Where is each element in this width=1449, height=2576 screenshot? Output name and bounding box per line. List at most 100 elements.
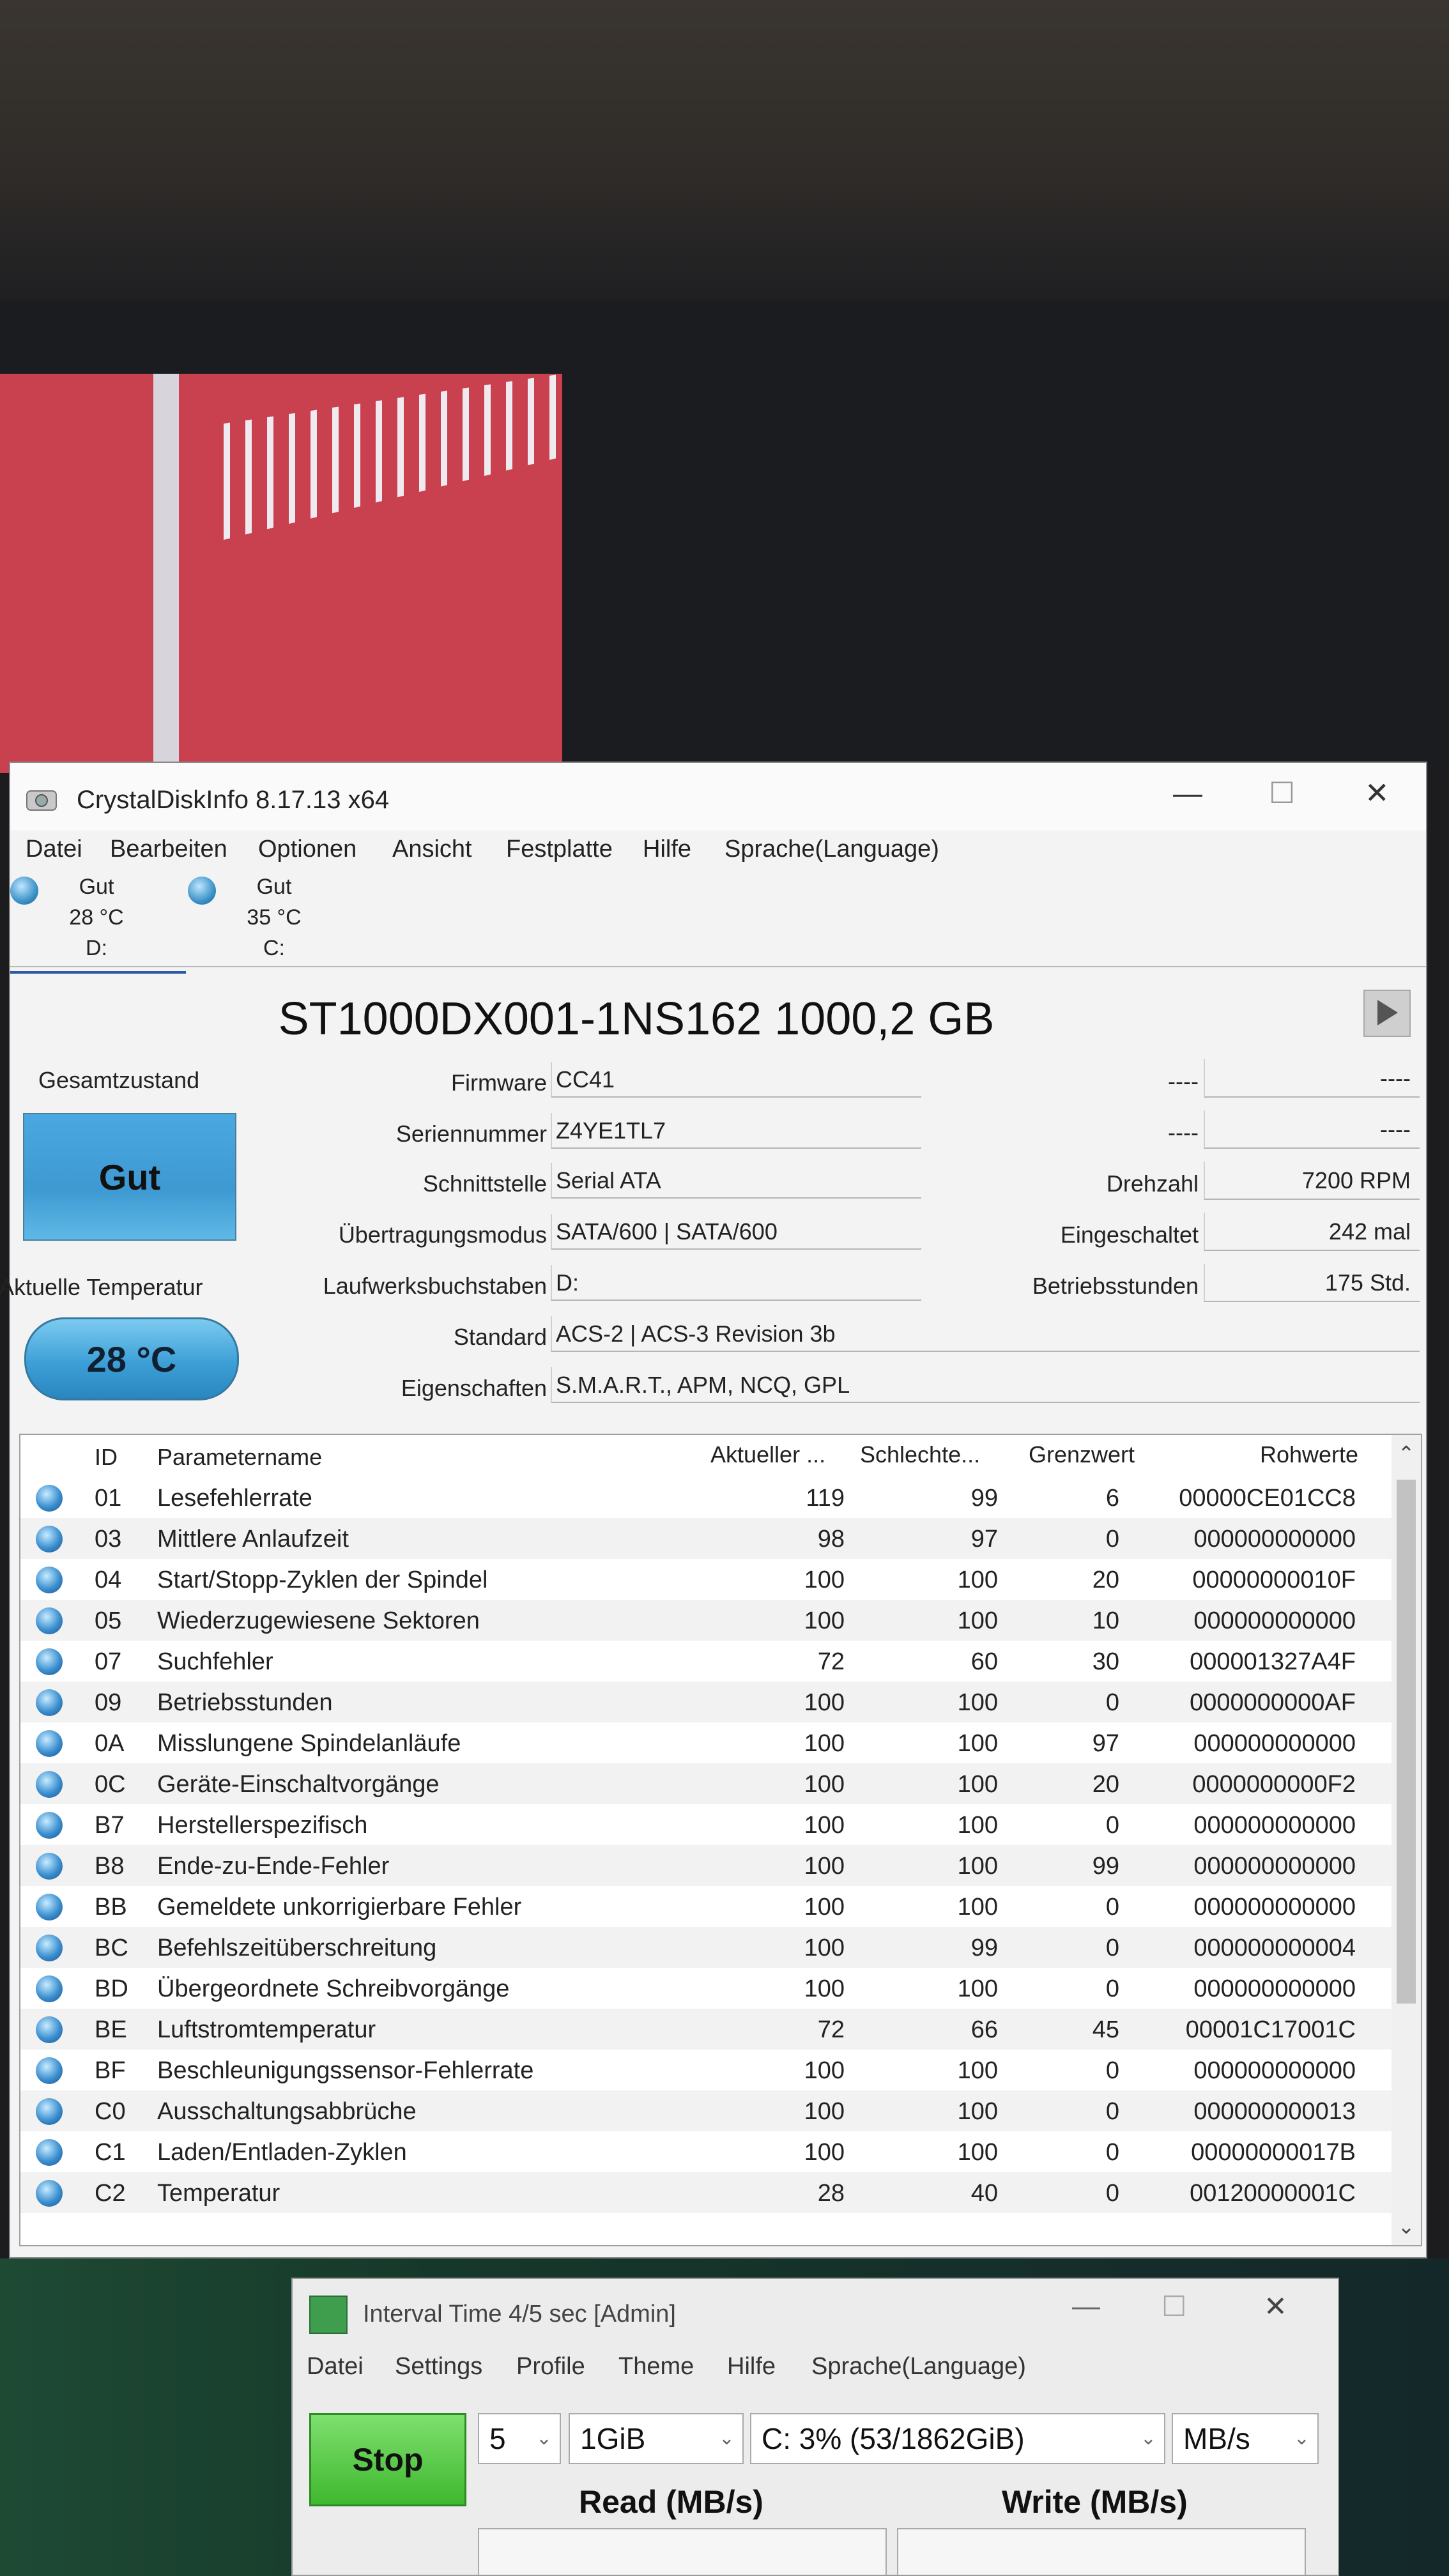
cell-name: Start/Stopp-Zyklen der Spindel [157, 1567, 488, 1593]
header-worst[interactable]: Schlechte... [860, 1441, 980, 1468]
cell-current: 100 [804, 2139, 845, 2166]
title-bar[interactable]: CrystalDiskInfo 8.17.13 x64 — ☐ ✕ [10, 763, 1426, 831]
menu-festplatte[interactable]: Festplatte [506, 836, 613, 863]
interface-label: Schnittstelle [422, 1170, 547, 1197]
table-row[interactable]: 04 Start/Stopp-Zyklen der Spindel 100 100 20… [20, 1559, 1394, 1600]
photo-background-top [0, 0, 1449, 300]
cell-current: 98 [817, 1526, 845, 1552]
cell-current: 28 [817, 2180, 845, 2207]
window-title: CrystalDiskInfo 8.17.13 x64 [77, 786, 390, 814]
divider [10, 966, 1426, 967]
menu-sprache[interactable]: Sprache(Language) [811, 2353, 1026, 2380]
cell-worst: 100 [957, 2098, 998, 2125]
disk-app-icon [26, 790, 57, 811]
cell-worst: 40 [970, 2180, 998, 2207]
cell-id: 0C [95, 1771, 126, 1798]
menu-datei[interactable]: Datei [26, 836, 82, 863]
health-status-icon [188, 877, 216, 905]
test-size-select[interactable]: 1GiB ⌄ [569, 2413, 744, 2464]
cell-threshold: 0 [1105, 1894, 1119, 1920]
maximize-button[interactable]: ☐ [1162, 2290, 1186, 2323]
table-row[interactable]: BE Luftstromtemperatur 72 66 45 00001C17001C [20, 2009, 1394, 2050]
table-row[interactable]: B8 Ende-zu-Ende-Fehler 100 100 99 00000000000… [20, 1845, 1394, 1886]
cell-id: BF [95, 2057, 126, 2084]
menu-settings[interactable]: Settings [395, 2353, 482, 2380]
maximize-button[interactable]: ☐ [1269, 776, 1295, 810]
drive-tab-c[interactable]: Gut 35 °C C: [188, 871, 360, 967]
scrollbar-thumb[interactable] [1397, 1480, 1416, 2004]
standard-value: ACS-2 | ACS-3 Revision 3b [551, 1316, 1420, 1352]
minimize-button[interactable]: — [1072, 2290, 1100, 2322]
close-button[interactable]: ✕ [1264, 2290, 1287, 2323]
unit-select[interactable]: MB/s ⌄ [1172, 2413, 1319, 2464]
cell-threshold: 0 [1105, 2057, 1119, 2084]
cell-threshold: 0 [1105, 1526, 1119, 1552]
menu-datei[interactable]: Datei [307, 2353, 364, 2380]
cell-raw: 0000000000AF [1190, 1689, 1356, 1716]
cell-raw: 000000000000 [1193, 1607, 1356, 1634]
table-row[interactable]: 0A Misslungene Spindelanläufe 100 100 97 0000… [20, 1722, 1394, 1763]
close-button[interactable]: ✕ [1365, 776, 1390, 810]
table-row[interactable]: 03 Mittlere Anlaufzeit 98 97 0 000000000000 [20, 1518, 1394, 1559]
scroll-up-icon[interactable]: ⌃ [1392, 1441, 1421, 1466]
table-row[interactable]: 05 Wiederzugewiesene Sektoren 100 100 10 0000… [20, 1600, 1394, 1641]
cell-raw: 00120000001C [1190, 2180, 1356, 2207]
table-row[interactable]: C1 Laden/Entladen-Zyklen 100 100 0 0000000001… [20, 2131, 1394, 2172]
cell-threshold: 45 [1092, 2016, 1119, 2043]
table-row[interactable]: BF Beschleunigungssensor-Fehlerrate 100 100… [20, 2050, 1394, 2090]
table-row[interactable]: B7 Herstellerspezifisch 100 100 0 00000000000… [20, 1804, 1394, 1845]
menu-optionen[interactable]: Optionen [258, 836, 356, 863]
cell-name: Beschleunigungssensor-Fehlerrate [157, 2057, 534, 2084]
table-row[interactable]: BD Übergeordnete Schreibvorgänge 100 100 0 00… [20, 1968, 1394, 2009]
cell-raw: 000000000004 [1193, 1935, 1356, 1961]
cell-raw: 000001327A4F [1190, 1648, 1356, 1675]
menu-profile[interactable]: Profile [516, 2353, 585, 2380]
header-name[interactable]: Parametername [157, 1444, 322, 1471]
cell-raw: 000000000000 [1193, 1812, 1356, 1839]
attribute-status-icon [36, 1567, 63, 1593]
drive-letter: D: [86, 936, 107, 960]
drive-tab-d[interactable]: Gut 28 °C D: [10, 871, 183, 967]
table-row[interactable]: C0 Ausschaltungsabbrüche 100 100 0 0000000000… [20, 2090, 1394, 2131]
table-row[interactable]: BB Gemeldete unkorrigierbare Fehler 100 100… [20, 1886, 1394, 1927]
cell-name: Luftstromtemperatur [157, 2016, 376, 2043]
cell-name: Ausschaltungsabbrüche [157, 2098, 417, 2125]
menu-ansicht[interactable]: Ansicht [392, 836, 472, 863]
cell-raw: 000000000000 [1193, 1894, 1356, 1920]
header-current[interactable]: Aktueller ... [710, 1441, 825, 1468]
test-count-select[interactable]: 5 ⌄ [478, 2413, 561, 2464]
menu-theme[interactable]: Theme [618, 2353, 694, 2380]
menu-bearbeiten[interactable]: Bearbeiten [110, 836, 227, 863]
header-threshold[interactable]: Grenzwert [1029, 1441, 1135, 1468]
cell-name: Mittlere Anlaufzeit [157, 1526, 349, 1552]
minimize-button[interactable]: — [1173, 776, 1202, 810]
smart-attributes-table: ID Parametername Aktueller ... Schlechte… [19, 1434, 1422, 2246]
cell-threshold: 20 [1092, 1567, 1119, 1593]
cell-raw: 000000000000 [1193, 1526, 1356, 1552]
cell-id: B7 [95, 1812, 125, 1839]
cell-name: Misslungene Spindelanläufe [157, 1730, 461, 1757]
stop-button[interactable]: Stop [309, 2413, 466, 2506]
table-row[interactable]: 0C Geräte-Einschaltvorgänge 100 100 20 000000… [20, 1763, 1394, 1804]
cell-raw: 00001C17001C [1185, 2016, 1356, 2043]
next-disk-button[interactable] [1363, 990, 1411, 1037]
table-row[interactable]: C2 Temperatur 28 40 0 00120000001C [20, 2172, 1394, 2213]
header-id[interactable]: ID [95, 1444, 118, 1471]
header-raw[interactable]: Rohwerte [1260, 1441, 1358, 1468]
drive-select[interactable]: C: 3% (53/1862GiB) ⌄ [750, 2413, 1165, 2464]
table-scrollbar[interactable]: ⌃ ⌄ [1392, 1435, 1421, 2245]
table-row[interactable]: BC Befehlszeitüberschreitung 100 99 0 0000000… [20, 1927, 1394, 1968]
scroll-down-icon[interactable]: ⌄ [1392, 2214, 1421, 2239]
cell-name: Lesefehlerrate [157, 1485, 312, 1512]
attribute-status-icon [36, 2180, 63, 2207]
menu-sprache[interactable]: Sprache(Language) [724, 836, 939, 863]
table-row[interactable]: 07 Suchfehler 72 60 30 000001327A4F [20, 1641, 1394, 1682]
drive-select-value: C: 3% (53/1862GiB) [762, 2422, 1025, 2455]
table-row[interactable]: 09 Betriebsstunden 100 100 0 0000000000AF [20, 1682, 1394, 1722]
table-row[interactable]: 01 Lesefehlerrate 119 99 6 00000CE01CC8 [20, 1477, 1394, 1518]
unknown-label-2: ---- [1168, 1119, 1199, 1146]
menu-hilfe[interactable]: Hilfe [727, 2353, 776, 2380]
menu-hilfe[interactable]: Hilfe [643, 836, 691, 863]
cell-name: Herstellerspezifisch [157, 1812, 368, 1839]
cell-worst: 100 [957, 1894, 998, 1920]
